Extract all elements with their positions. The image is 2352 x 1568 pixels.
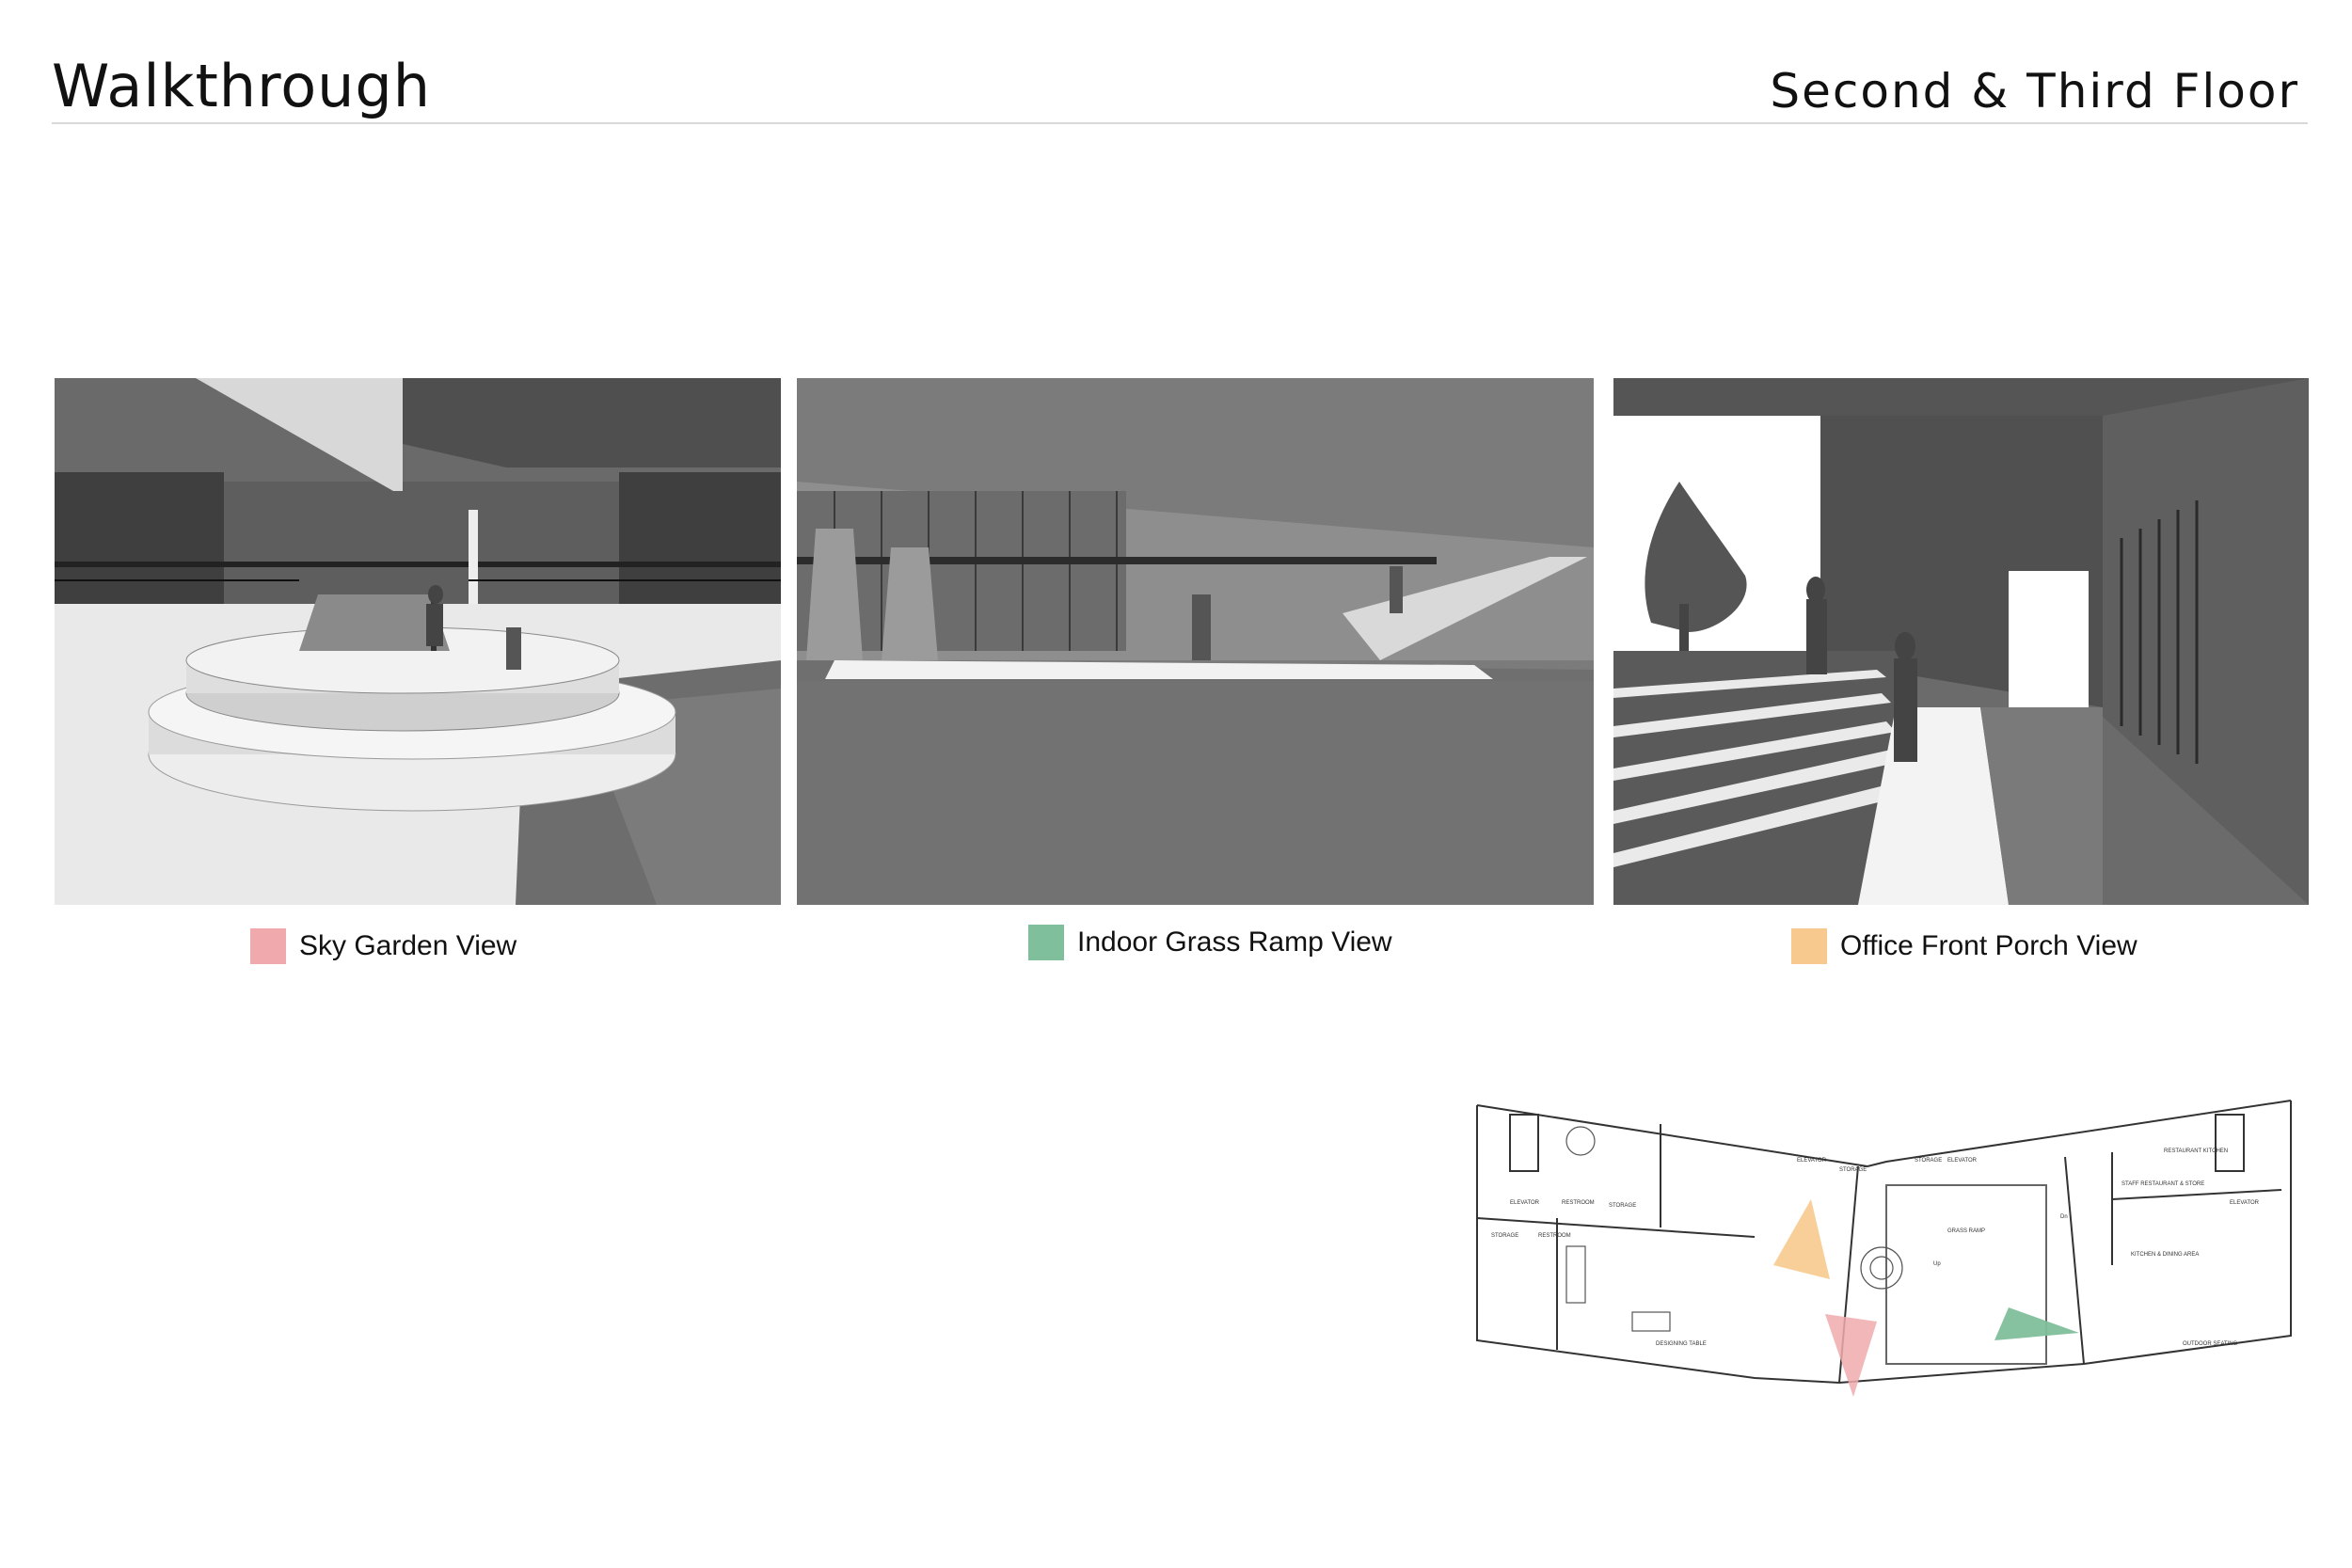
sky-garden-render (55, 378, 781, 905)
plan-label-kitchen-dining: KITCHEN & DINING AREA (2131, 1252, 2199, 1258)
legend-swatch-sky-garden (250, 928, 286, 964)
plan-label-storage-2: STORAGE (1609, 1203, 1636, 1209)
plan-label-designing-table: DESIGNING TABLE (1656, 1341, 1707, 1347)
plan-label-storage-4: STORAGE (1915, 1158, 1942, 1164)
plan-label-storage-1: STORAGE (1491, 1233, 1518, 1239)
legend-label-sky-garden: Sky Garden View (299, 930, 517, 961)
legend-sky-garden: Sky Garden View (250, 928, 516, 964)
legend-label-front-porch: Office Front Porch View (1840, 930, 2137, 961)
plan-label-restroom-1: RESTROOM (1562, 1200, 1595, 1206)
plan-view-cone-sky-garden (1825, 1314, 1877, 1397)
plan-label-staff-restaurant: STAFF RESTAURANT & STORE (2122, 1181, 2204, 1187)
plan-label-grass-ramp: GRASS RAMP (1947, 1228, 1985, 1234)
indoor-grass-ramp-render (797, 378, 1594, 905)
plan-label-elevator-1: ELEVATOR (1510, 1200, 1540, 1206)
legend-swatch-front-porch (1791, 928, 1827, 964)
plan-label-elevator-2: ELEVATOR (1797, 1158, 1827, 1164)
plan-label-restroom-2: RESTROOM (1538, 1233, 1571, 1239)
plan-label-outdoor-seating: OUTDOOR SEATING (2183, 1341, 2238, 1347)
plan-label-dn: Dn (2060, 1214, 2068, 1220)
plan-label-up: Up (1933, 1261, 1941, 1267)
plan-view-cone-front-porch (1773, 1199, 1830, 1279)
plan-label-elevator-4: ELEVATOR (2230, 1200, 2260, 1206)
legend-label-grass-ramp: Indoor Grass Ramp View (1077, 927, 1392, 958)
legend-swatch-grass-ramp (1028, 925, 1064, 960)
office-front-porch-render (1613, 378, 2309, 905)
plan-label-elevator-3: ELEVATOR (1947, 1158, 1978, 1164)
header-divider (52, 122, 2308, 124)
legend-front-porch: Office Front Porch View (1791, 928, 2137, 964)
plan-label-storage-3: STORAGE (1839, 1167, 1867, 1173)
page-subtitle: Second & Third Floor (1770, 64, 2299, 119)
legend-grass-ramp: Indoor Grass Ramp View (1028, 925, 1392, 960)
page-title: Walkthrough (52, 52, 432, 120)
floor-plan: ELEVATOR ELEVATOR ELEVATOR ELEVATOR STOR… (1472, 1096, 2296, 1406)
plan-view-cone-grass-ramp (1994, 1307, 2079, 1340)
plan-label-restaurant-kitchen: RESTAURANT KITCHEN (2164, 1148, 2228, 1154)
